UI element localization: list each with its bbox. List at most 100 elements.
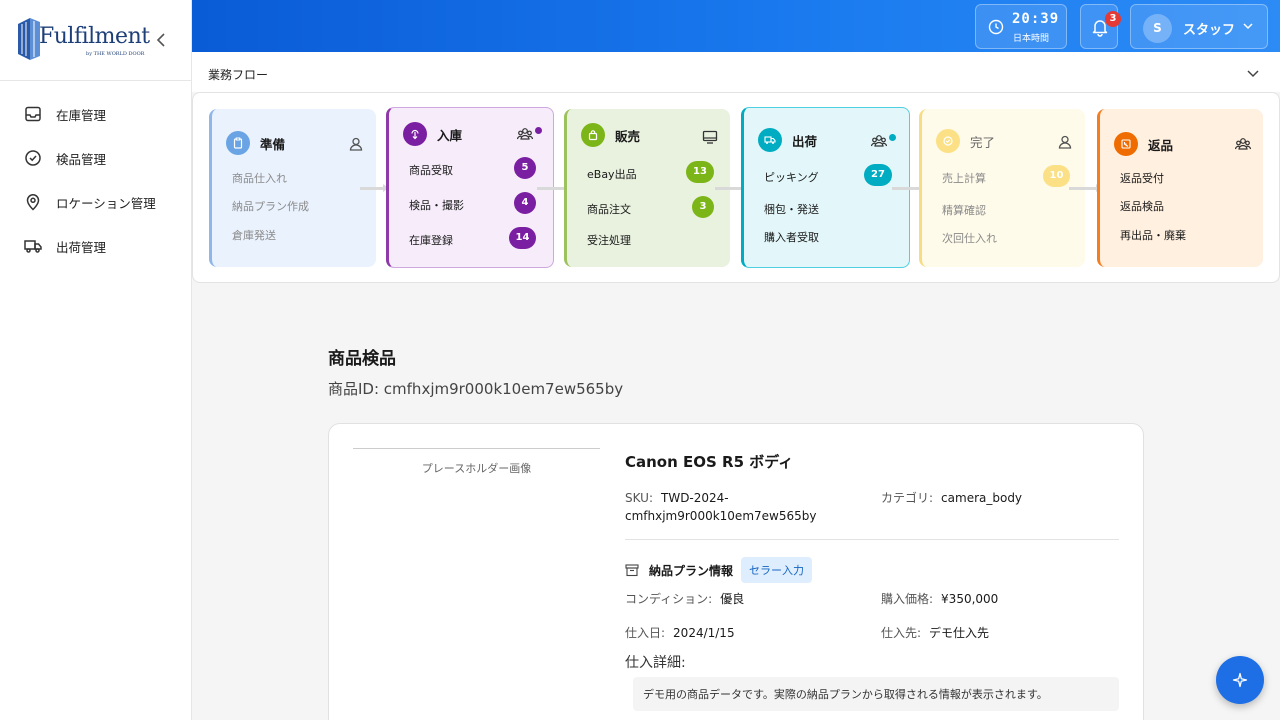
user-menu-button[interactable]: S スタッフ [1130,4,1268,49]
condition-field: コンディション: 優良 [625,590,744,607]
stage-step: eBay出品 [587,168,637,181]
stage-step: 商品仕入れ [232,172,287,185]
supplier-value: デモ仕入先 [929,626,990,640]
truck-icon [24,240,42,253]
workflow-stage-prepare[interactable]: 準備 商品仕入れ 納品プラン作成 倉庫発送 [209,109,376,267]
user-name: スタッフ [1183,23,1236,38]
team-icon [871,135,887,147]
shopping-bag-icon [581,123,605,147]
count-badge: 14 [509,227,536,249]
price-value: ¥350,000 [941,592,999,606]
activity-dot [535,127,542,134]
sidebar-item-label: 検品管理 [56,151,107,167]
flow-arrow [1069,184,1102,192]
monitor-icon [702,130,718,144]
stage-step: 検品・撮影 [409,199,464,212]
person-icon [349,137,363,151]
stage-title: 完了 [970,134,996,150]
stage-title: 出荷 [792,133,818,149]
sidebar-item-shipping[interactable]: 出荷管理 [0,224,192,268]
activity-dot [889,134,896,141]
workflow-header[interactable]: 業務フロー [192,52,1280,92]
stage-step: 購入者受取 [764,231,819,244]
stage-step: 商品注文 [587,203,631,216]
workflow-stage-returns[interactable]: 返品 返品受付 返品検品 再出品・廃棄 [1097,109,1263,267]
sidebar-collapse-button[interactable] [154,30,170,50]
workflow-panel: 準備 商品仕入れ 納品プラン作成 倉庫発送 入庫 商品受取 検品・撮影 在庫登録… [192,92,1280,283]
map-pin-icon [26,194,40,211]
stage-step: 次回仕入れ [942,232,997,245]
workflow-stage-shipping[interactable]: 出荷 ピッキング 梱包・発送 購入者受取 27 [741,107,910,268]
detail-text: デモ用の商品データです。実際の納品プランから取得される情報が表示されます。 [633,677,1119,711]
workflow-stage-receiving[interactable]: 入庫 商品受取 検品・撮影 在庫登録 5 4 14 [386,107,554,268]
stage-step: 返品検品 [1120,200,1164,213]
sidebar-item-label: 在庫管理 [56,107,107,123]
category-label: カテゴリ: [881,491,934,505]
stage-step: 再出品・廃棄 [1120,229,1186,242]
notification-badge: 3 [1105,11,1121,27]
condition-value: 優良 [720,592,745,606]
count-badge: 27 [864,164,892,186]
flow-arrow [360,184,389,192]
product-card: プレースホルダー画像 Canon EOS R5 ボディ SKU: TWD-2024… [328,423,1144,720]
archive-icon [625,564,639,577]
sidebar-item-label: 出荷管理 [56,239,107,255]
workflow-stage-complete[interactable]: 完了 売上計算 精算確認 次回仕入れ 10 [919,109,1085,267]
sidebar-item-inspection[interactable]: 検品管理 [0,136,192,180]
seller-input-badge: セラー入力 [741,557,813,583]
notifications-button[interactable]: 3 [1080,4,1121,49]
top-header: 20:39 日本時間 3 S スタッフ [192,0,1280,52]
plan-title: 納品プラン情報 [649,563,734,578]
avatar: S [1143,14,1172,43]
purchase-date-field: 仕入日: 2024/1/15 [625,624,735,641]
date-label: 仕入日: [625,626,666,640]
logo-area: Fulfilment by THE WORLD DOOR [0,0,191,81]
flow-arrow [537,184,570,192]
sidebar-nav: 在庫管理 検品管理 ロケーション管理 出荷管理 [0,92,192,268]
date-value: 2024/1/15 [673,626,735,640]
count-badge: 13 [686,161,714,183]
plan-section-header: 納品プラン情報 セラー入力 [625,557,813,583]
clock-timezone: 日本時間 [1013,34,1050,44]
stage-title: 入庫 [437,127,463,143]
clock-icon [988,19,1004,35]
count-badge: 3 [692,196,714,218]
clock-widget: 20:39 日本時間 [975,4,1067,49]
workflow-stage-sales[interactable]: 販売 eBay出品 商品注文 受注処理 13 3 [564,109,730,267]
chevron-down-icon[interactable] [1246,66,1260,80]
clock-time: 20:39 [1012,11,1060,27]
stage-title: 返品 [1148,137,1174,153]
chevron-left-icon [156,33,165,47]
count-badge: 10 [1043,165,1070,187]
detail-title: 仕入詳細: [625,655,686,671]
stage-step: 納品プラン作成 [232,200,309,213]
person-icon [1058,135,1072,149]
stage-title: 準備 [260,136,286,152]
sku-field: SKU: TWD-2024- cmfhxjm9r000k10em7ew565by [625,489,825,525]
stage-step: ピッキング [764,171,819,184]
product-name: Canon EOS R5 ボディ [625,453,794,471]
chevron-down-icon [1243,23,1253,30]
price-label: 購入価格: [881,592,934,606]
logo-text: Fulfilment [39,24,150,49]
logo-icon [18,18,40,60]
check-circle-icon [936,129,960,153]
stage-step: 在庫登録 [409,234,453,247]
assistant-fab-button[interactable] [1216,656,1264,704]
stage-step: 梱包・発送 [764,203,819,216]
sparkle-icon [1232,672,1248,688]
stage-step: 返品受付 [1120,172,1164,185]
price-field: 購入価格: ¥350,000 [881,590,998,607]
supplier-field: 仕入先: デモ仕入先 [881,624,989,641]
divider [625,539,1119,540]
team-icon [1235,138,1251,150]
sidebar-item-location[interactable]: ロケーション管理 [0,180,192,224]
sidebar: Fulfilment by THE WORLD DOOR 在庫管理 検品管理 ロ… [0,0,192,720]
stage-step: 倉庫発送 [232,229,276,242]
count-badge: 5 [514,157,536,179]
truck-icon [758,128,782,152]
team-icon [517,128,533,140]
sidebar-item-inventory[interactable]: 在庫管理 [0,92,192,136]
stage-step: 精算確認 [942,204,986,217]
category-value: camera_body [941,491,1023,505]
